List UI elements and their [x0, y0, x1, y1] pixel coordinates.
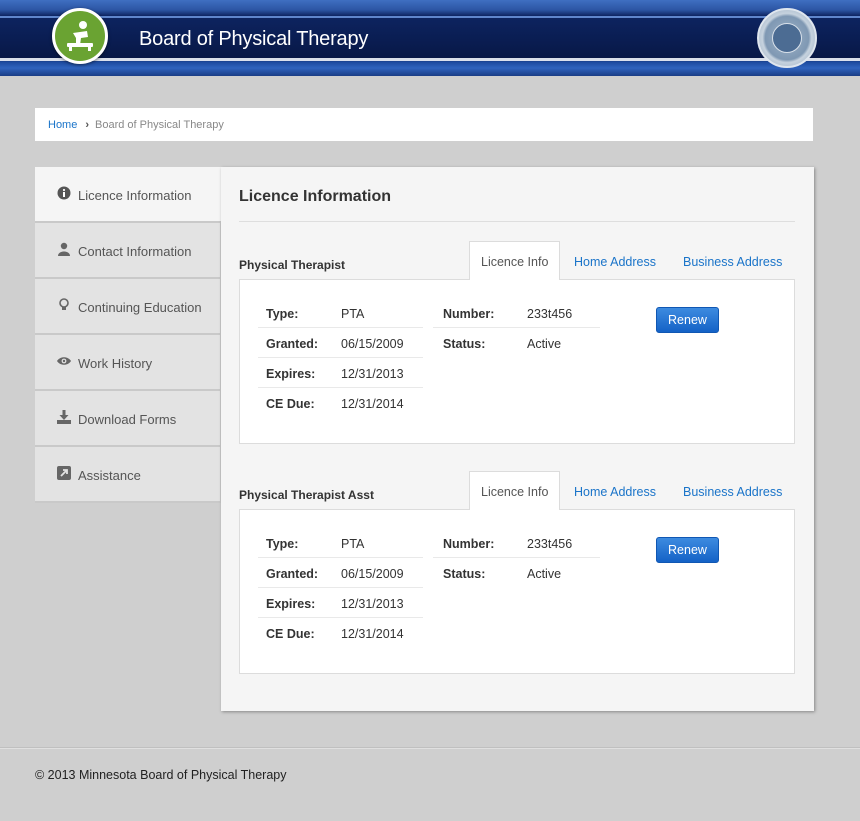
section-tabs: Licence Info Home Address Business Addre…	[469, 471, 795, 510]
field-label: CE Due:	[266, 627, 315, 641]
field-label: Number:	[443, 537, 495, 551]
field-value: 12/31/2014	[341, 397, 404, 411]
breadcrumb-home-link[interactable]: Home	[48, 119, 77, 131]
sidebar-item-label: Assistance	[78, 468, 141, 483]
site-title[interactable]: Board of Physical Therapy	[139, 28, 368, 51]
state-seal-icon	[757, 8, 817, 68]
field-row-type: Type: PTA	[258, 528, 423, 558]
lightbulb-icon	[59, 298, 69, 310]
field-row-type: Type: PTA	[258, 298, 423, 328]
eye-icon	[57, 357, 71, 365]
sidebar-item-contact-information[interactable]: Contact Information	[35, 223, 221, 279]
field-label: Status:	[443, 567, 486, 581]
field-label: Expires:	[266, 597, 316, 611]
footer-divider-highlight	[0, 748, 860, 749]
title-divider	[239, 221, 795, 222]
physical-therapy-logo-icon[interactable]	[52, 8, 108, 64]
field-label: Granted:	[266, 337, 319, 351]
site-header: Board of Physical Therapy	[0, 0, 860, 76]
field-value: 233t456	[527, 307, 573, 321]
sidebar-item-work-history[interactable]: Work History	[35, 335, 221, 391]
sidebar-item-assistance[interactable]: Assistance	[35, 447, 221, 503]
field-row-granted: Granted: 06/15/2009	[258, 328, 423, 358]
sidebar-item-licence-information[interactable]: Licence Information	[35, 167, 221, 223]
sidebar-item-label: Continuing Education	[78, 300, 202, 315]
field-row-expires: Expires: 12/31/2013	[258, 588, 423, 618]
tab-home-address[interactable]: Home Address	[574, 471, 656, 510]
sidebar-item-continuing-education[interactable]: Continuing Education	[35, 279, 221, 335]
footer-copyright: © 2013 Minnesota Board of Physical Thera…	[35, 768, 287, 782]
licence-info-card: Type: PTA Granted: 06/15/2009 Expires: 1…	[239, 279, 795, 444]
field-value: 12/31/2013	[341, 597, 404, 611]
licence-info-card: Type: PTA Granted: 06/15/2009 Expires: 1…	[239, 509, 795, 674]
page-title: Licence Information	[239, 188, 392, 205]
sidebar-item-label: Work History	[78, 356, 153, 371]
field-label: Status:	[443, 337, 486, 351]
renew-button[interactable]: Renew	[656, 537, 719, 563]
field-label: CE Due:	[266, 397, 315, 411]
breadcrumb: Home › Board of Physical Therapy	[35, 108, 813, 141]
field-row-status: Status: Active	[433, 328, 600, 358]
tab-licence-info[interactable]: Licence Info	[469, 471, 561, 510]
field-value: PTA	[341, 307, 365, 321]
field-value: Active	[527, 337, 562, 351]
tab-business-address[interactable]: Business Address	[683, 471, 782, 510]
info-icon	[57, 186, 71, 200]
tab-business-address[interactable]: Business Address	[683, 241, 782, 280]
field-label: Granted:	[266, 567, 319, 581]
field-value: Active	[527, 567, 562, 581]
field-row-ce-due: CE Due: 12/31/2014	[258, 618, 423, 648]
breadcrumb-separator: ›	[85, 119, 90, 131]
sidebar-item-label: Download Forms	[78, 412, 177, 427]
section-title: Physical Therapist	[239, 258, 346, 272]
sidebar-item-label: Licence Information	[78, 188, 192, 203]
section-title: Physical Therapist Asst	[239, 488, 374, 502]
tab-licence-info[interactable]: Licence Info	[469, 241, 561, 280]
field-label: Number:	[443, 307, 495, 321]
sidebar-item-download-forms[interactable]: Download Forms	[35, 391, 221, 447]
field-row-status: Status: Active	[433, 558, 600, 588]
field-value: 233t456	[527, 537, 573, 551]
tab-home-address[interactable]: Home Address	[574, 241, 656, 280]
field-row-number: Number: 233t456	[433, 528, 600, 558]
header-divider-line	[0, 58, 860, 61]
seal-center	[772, 23, 802, 53]
field-row-number: Number: 233t456	[433, 298, 600, 328]
user-icon	[58, 242, 70, 256]
sidebar-item-label: Contact Information	[78, 244, 192, 259]
field-value: PTA	[341, 537, 365, 551]
field-label: Type:	[266, 537, 299, 551]
field-value: 06/15/2009	[341, 567, 404, 581]
renew-button[interactable]: Renew	[656, 307, 719, 333]
sidebar-nav: Licence Information Contact Information …	[35, 167, 221, 503]
external-link-icon	[57, 466, 71, 480]
download-icon	[57, 410, 71, 424]
field-row-ce-due: CE Due: 12/31/2014	[258, 388, 423, 418]
field-label: Type:	[266, 307, 299, 321]
field-row-expires: Expires: 12/31/2013	[258, 358, 423, 388]
field-row-granted: Granted: 06/15/2009	[258, 558, 423, 588]
field-value: 12/31/2014	[341, 627, 404, 641]
main-panel: Licence Information Physical Therapist L…	[221, 167, 814, 711]
breadcrumb-current: Board of Physical Therapy	[95, 119, 224, 131]
field-value: 06/15/2009	[341, 337, 404, 351]
header-highlight-line	[0, 16, 860, 18]
section-tabs: Licence Info Home Address Business Addre…	[469, 241, 795, 280]
field-value: 12/31/2013	[341, 367, 404, 381]
field-label: Expires:	[266, 367, 316, 381]
